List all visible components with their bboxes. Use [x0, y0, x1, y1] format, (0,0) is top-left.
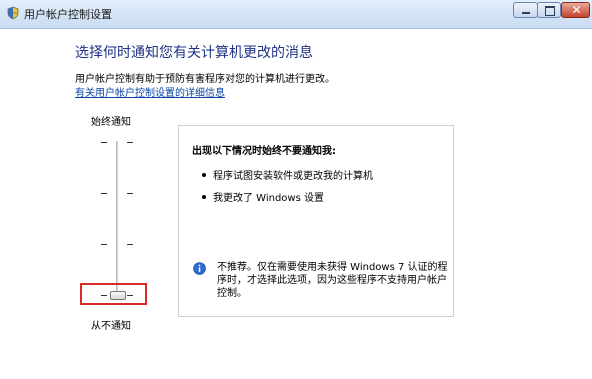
slider-tick [127, 244, 133, 245]
page-heading: 选择何时通知您有关计算机更改的消息 [75, 45, 313, 61]
bullet-icon [202, 173, 206, 177]
bullet-icon [202, 195, 206, 199]
uac-settings-window: 用户帐户控制设置 ✕ 选择何时通知您有关计算机更改的消息 用户帐户控制有助于预防… [0, 0, 592, 379]
slider-tick [101, 244, 107, 245]
slider-tick [127, 193, 133, 194]
panel-list-item: 我更改了 Windows 设置 [213, 193, 324, 204]
recommendation-note: 不推荐。仅在需要使用未获得 Windows 7 认证的程 序时，才选择此选项，因… [217, 261, 449, 300]
close-icon: ✕ [571, 3, 582, 17]
shield-icon [7, 6, 19, 20]
minimize-icon [522, 12, 530, 14]
maximize-button[interactable] [537, 2, 561, 18]
slider-tick [101, 193, 107, 194]
note-line: 不推荐。仅在需要使用未获得 Windows 7 认证的程 [217, 262, 448, 273]
panel-heading: 出现以下情况时始终不要通知我: [192, 146, 336, 157]
info-icon [193, 262, 206, 275]
panel-list-item: 程序试图安装软件或更改我的计算机 [213, 171, 373, 182]
minimize-button[interactable] [513, 2, 538, 18]
slider-tick [127, 142, 133, 143]
slider-bottom-label: 从不通知 [91, 321, 131, 332]
help-link[interactable]: 有关用户帐户控制设置的详细信息 [75, 84, 225, 99]
title-bar: 用户帐户控制设置 ✕ [0, 0, 592, 29]
window-title: 用户帐户控制设置 [24, 8, 112, 21]
maximize-icon [545, 6, 555, 16]
note-line: 控制。 [217, 288, 247, 299]
slider-track[interactable] [116, 141, 119, 297]
description-panel: 出现以下情况时始终不要通知我: 程序试图安装软件或更改我的计算机 我更改了 Wi… [178, 125, 454, 317]
description-text: 用户帐户控制有助于预防有害程序对您的计算机进行更改。 [75, 74, 335, 85]
close-button[interactable]: ✕ [561, 2, 590, 18]
slider-tick [101, 142, 107, 143]
note-line: 序时，才选择此选项，因为这些程序不支持用户帐户 [217, 275, 447, 286]
highlight-annotation [80, 283, 147, 305]
slider-top-label: 始终通知 [91, 117, 131, 128]
